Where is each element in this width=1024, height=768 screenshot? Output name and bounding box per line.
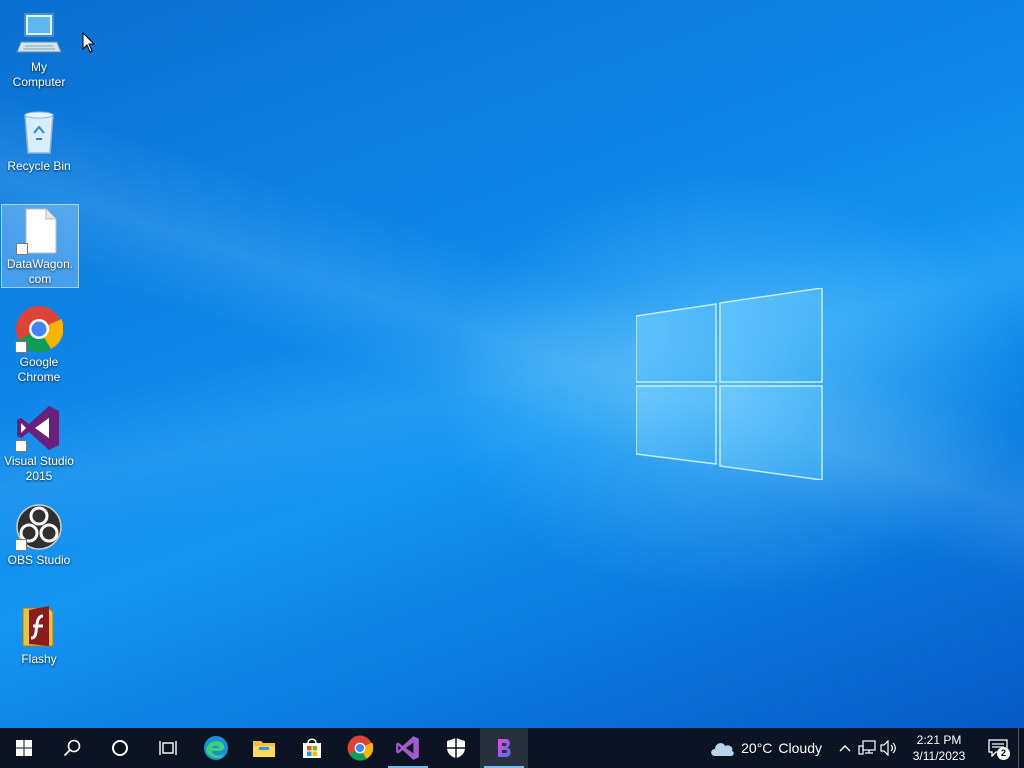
cortana-button[interactable] [96,728,144,768]
visual-studio-icon [15,404,63,452]
cloud-icon [711,743,734,756]
file-shortcut-icon [16,207,64,255]
clock[interactable]: 2:21 PM 3/11/2023 [906,732,972,764]
desktop-icon-label: Recycle Bin [7,159,71,173]
network-button[interactable] [856,728,878,768]
desktop-icon-datawagon[interactable]: DataWagon.com [1,204,79,288]
shortcut-arrow-icon [15,341,27,353]
folder-icon [253,741,275,757]
desktop-icon-my-computer[interactable]: My Computer [1,8,77,90]
search-icon [63,739,81,757]
chrome-taskbar-button[interactable] [336,728,384,768]
mouse-cursor-icon [82,32,96,53]
action-center-button[interactable]: 2 [978,728,1018,768]
desktop-icon-flashy[interactable]: Flashy [1,600,77,667]
chrome-icon [15,305,64,353]
desktop-icon-google-chrome[interactable]: Google Chrome [1,303,77,385]
desktop-icon-visual-studio[interactable]: Visual Studio 2015 [1,402,77,484]
weather-condition: Cloudy [778,740,822,756]
clock-time: 2:21 PM [916,733,962,747]
volume-button[interactable] [878,728,900,768]
computer-icon [15,10,63,58]
shortcut-arrow-icon [16,243,28,255]
taskbar: 20°C Cloudy 2:21 PM 3/11/2023 2 [0,728,1024,768]
visual-studio-icon [396,736,419,760]
desktop-icon-recycle-bin[interactable]: Recycle Bin [1,107,77,174]
wallpaper-light-beam [0,0,1024,728]
obs-icon [15,503,63,551]
cortana-circle-icon [112,740,128,756]
system-tray: 20°C Cloudy 2:21 PM 3/11/2023 2 [709,728,1024,768]
desktop-icon-label: My Computer [12,60,66,89]
desktop-icon-label: Visual Studio 2015 [4,454,74,483]
windows-start-icon [16,740,32,756]
recycle-bin-icon [15,109,63,157]
edge-icon [204,736,228,760]
start-button[interactable] [0,728,48,768]
b-app-taskbar-button[interactable] [480,728,528,768]
network-icon [858,740,876,755]
flash-icon [15,602,63,650]
wallpaper-light-beam [0,0,1024,728]
clock-date: 3/11/2023 [912,749,966,763]
store-icon [303,738,321,758]
visual-studio-taskbar-button[interactable] [384,728,432,768]
shield-icon [447,738,465,758]
desktop-icon-label: OBS Studio [7,553,71,567]
chrome-icon [347,735,373,761]
task-view-icon [159,741,177,755]
shortcut-arrow-icon [15,539,27,551]
shortcut-arrow-icon [15,440,27,452]
weather-widget[interactable]: 20°C Cloudy [709,739,822,757]
desktop-icon-label: DataWagon.com [6,257,74,286]
b-app-icon [498,739,511,757]
desktop-icon-label: Google Chrome [17,355,61,384]
show-desktop-button[interactable] [1018,728,1024,768]
task-view-button[interactable] [144,728,192,768]
weather-temperature: 20°C [741,740,773,756]
speaker-icon [880,740,896,756]
security-taskbar-button[interactable] [432,728,480,768]
store-taskbar-button[interactable] [288,728,336,768]
file-explorer-taskbar-button[interactable] [240,728,288,768]
edge-taskbar-button[interactable] [192,728,240,768]
desktop-icon-obs-studio[interactable]: OBS Studio [1,501,77,568]
search-button[interactable] [48,728,96,768]
notification-count-badge: 2 [997,747,1010,760]
desktop-icon-label: Flashy [21,652,57,666]
windows-logo-wallpaper [636,288,823,480]
show-hidden-icons-button[interactable] [834,728,856,768]
chevron-up-icon [839,745,851,752]
